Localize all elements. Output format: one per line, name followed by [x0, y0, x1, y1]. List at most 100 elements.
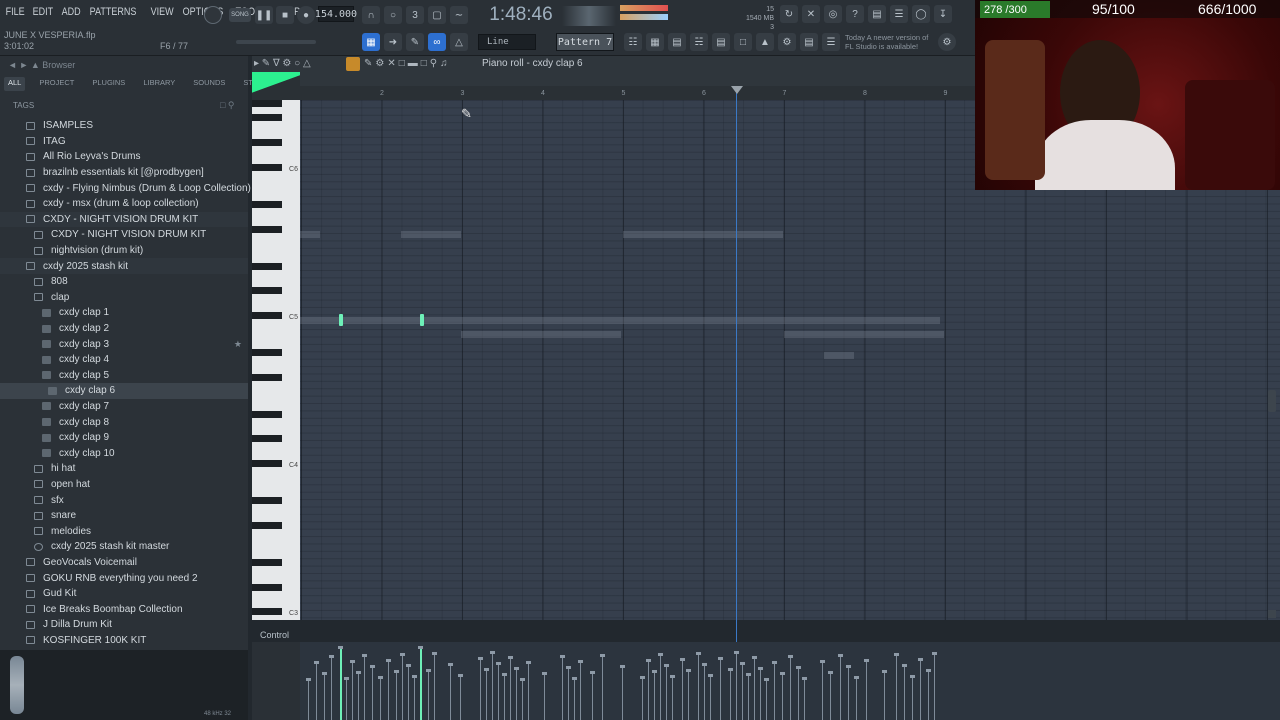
browser-folder-item[interactable]: cxdy 2025 stash kit master	[0, 539, 248, 555]
velocity-bar[interactable]	[752, 656, 757, 720]
velocity-bar[interactable]	[418, 646, 423, 720]
browser-folder-item[interactable]: cxdy - Flying Nimbus (Drum & Loop Collec…	[0, 180, 251, 196]
velocity-bar[interactable]	[788, 655, 793, 720]
wait-input-icon[interactable]: ○	[384, 6, 402, 24]
link-icon[interactable]: ∞	[428, 33, 446, 51]
snap-mode-select[interactable]: Line	[478, 34, 536, 50]
velocity-bar[interactable]	[864, 659, 869, 720]
browser-folder-item[interactable]: CXDY - NIGHT VISION DRUM KIT	[0, 211, 248, 228]
browser-folder-item[interactable]: ISAMPLES	[0, 118, 248, 134]
velocity-bar[interactable]	[882, 670, 887, 720]
velocity-bar[interactable]	[370, 665, 375, 720]
draw-tool-icon[interactable]	[346, 57, 360, 71]
update-notice[interactable]: Today A newer version of FL Studio is av…	[845, 33, 928, 51]
velocity-bar[interactable]	[356, 671, 361, 720]
velocity-bar[interactable]	[708, 674, 713, 720]
piano-roll-icon[interactable]: ▦	[646, 33, 664, 51]
velocity-bar[interactable]	[746, 673, 751, 720]
velocity-bar[interactable]	[702, 663, 707, 720]
browser-folder-item[interactable]: brazilnb essentials kit [@prodbygen]	[0, 165, 248, 181]
menu-edit[interactable]: EDIT	[31, 6, 55, 18]
velocity-bar[interactable]	[560, 655, 565, 720]
velocity-bar[interactable]	[902, 664, 907, 720]
browser-file-item[interactable]: cxdy clap 1	[0, 305, 248, 321]
velocity-bar[interactable]	[780, 672, 785, 720]
pause-icon[interactable]: ❚❚	[255, 6, 273, 24]
velocity-bar[interactable]	[314, 661, 319, 720]
velocity-bar[interactable]	[412, 675, 417, 720]
velocity-bar[interactable]	[386, 659, 391, 720]
tab-library[interactable]: LIBRARY	[139, 77, 179, 91]
browser-folder-item[interactable]: Ice Breaks Boombap Collection	[0, 601, 248, 617]
browser-folder-item[interactable]: CXDY - NIGHT VISION DRUM KIT	[0, 227, 248, 243]
download-icon[interactable]: ↧	[934, 5, 952, 23]
song-position-display[interactable]: 1:48:46	[488, 4, 554, 26]
tab-sounds[interactable]: SOUNDS	[189, 77, 229, 91]
plugin-picker-icon[interactable]: □	[734, 33, 752, 51]
velocity-bar[interactable]	[306, 678, 311, 720]
velocity-bar[interactable]	[718, 657, 723, 720]
browser-folder-item[interactable]: snare	[0, 508, 248, 524]
browser-file-item[interactable]: cxdy clap 3 ★	[0, 336, 248, 352]
browser-folder-item[interactable]: nightvision (drum kit)	[0, 243, 248, 259]
tab-all[interactable]: ALL	[4, 77, 26, 91]
browser-folder-item[interactable]: melodies	[0, 523, 248, 539]
menu-patterns[interactable]: PATTERNS	[88, 6, 138, 18]
star-icon[interactable]: ★	[234, 339, 242, 350]
browser-folder-item[interactable]: clap	[0, 290, 248, 306]
velocity-bar[interactable]	[400, 653, 405, 720]
velocity-bar[interactable]	[496, 662, 501, 720]
browser-window-icon[interactable]: ▤	[712, 33, 730, 51]
velocity-bar[interactable]	[664, 664, 669, 720]
browser-folder-item[interactable]: cxdy 2025 stash kit	[0, 258, 248, 274]
tab-project[interactable]: PROJECT	[35, 77, 78, 91]
blend-notes-icon[interactable]: ∼	[450, 6, 468, 24]
menu-add[interactable]: ADD	[60, 6, 82, 18]
piano-roll-tools-icon[interactable]: ▸ ✎ ∇ ⚙ ○ △	[254, 58, 311, 69]
black-key[interactable]	[252, 225, 282, 233]
save-icon[interactable]: ▤	[868, 5, 886, 23]
piano-roll-title[interactable]: Piano roll - cxdy clap 6	[482, 58, 583, 69]
velocity-bar[interactable]	[820, 660, 825, 720]
velocity-bar[interactable]	[508, 656, 513, 720]
undo-icon[interactable]: ↻	[780, 5, 798, 23]
record-mode-icon[interactable]	[204, 6, 222, 24]
velocity-bar[interactable]	[728, 668, 733, 720]
velocity-bar[interactable]	[796, 666, 801, 720]
pr-tool-row-icon[interactable]: ✎⚙✕□▬□⚲♫	[364, 58, 451, 69]
velocity-bar[interactable]	[646, 659, 651, 720]
velocity-bar[interactable]	[520, 678, 525, 720]
black-key[interactable]	[252, 311, 282, 319]
velocity-bar[interactable]	[566, 666, 571, 720]
velocity-bar[interactable]	[894, 653, 899, 720]
touch-keyboard-icon[interactable]: ▤	[800, 33, 818, 51]
velocity-bar[interactable]	[502, 673, 507, 720]
velocity-bar[interactable]	[344, 677, 349, 720]
velocity-bar[interactable]	[838, 654, 843, 720]
velocity-bar[interactable]	[772, 661, 777, 720]
playhead-marker-icon[interactable]	[731, 86, 743, 94]
velocity-bar[interactable]	[350, 660, 355, 720]
record-icon[interactable]: ●	[297, 6, 315, 24]
velocity-bar[interactable]	[329, 655, 334, 720]
black-key[interactable]	[252, 521, 282, 529]
browser-file-item[interactable]: cxdy clap 10	[0, 445, 248, 461]
menu-view[interactable]: VIEW	[149, 6, 175, 18]
black-key[interactable]	[252, 608, 282, 616]
velocity-bar[interactable]	[686, 669, 691, 720]
browser-file-item[interactable]: cxdy clap 2	[0, 321, 248, 337]
velocity-bar[interactable]	[406, 664, 411, 720]
velocity-bar[interactable]	[846, 665, 851, 720]
velocity-bar[interactable]	[590, 671, 595, 720]
mixer-icon[interactable]: ☰	[890, 5, 908, 23]
velocity-bar[interactable]	[652, 670, 657, 720]
velocity-bar[interactable]	[918, 658, 923, 720]
piano-keyboard[interactable]: C6 C5 C4 C3	[252, 100, 300, 620]
velocity-bar[interactable]	[802, 677, 807, 720]
velocity-bar[interactable]	[758, 667, 763, 720]
browser-file-item[interactable]: cxdy clap 4	[0, 352, 248, 368]
countdown-icon[interactable]: 3	[406, 6, 424, 24]
velocity-bar[interactable]	[670, 675, 675, 720]
snap-icon[interactable]: ▦	[362, 33, 380, 51]
black-key[interactable]	[252, 200, 282, 208]
